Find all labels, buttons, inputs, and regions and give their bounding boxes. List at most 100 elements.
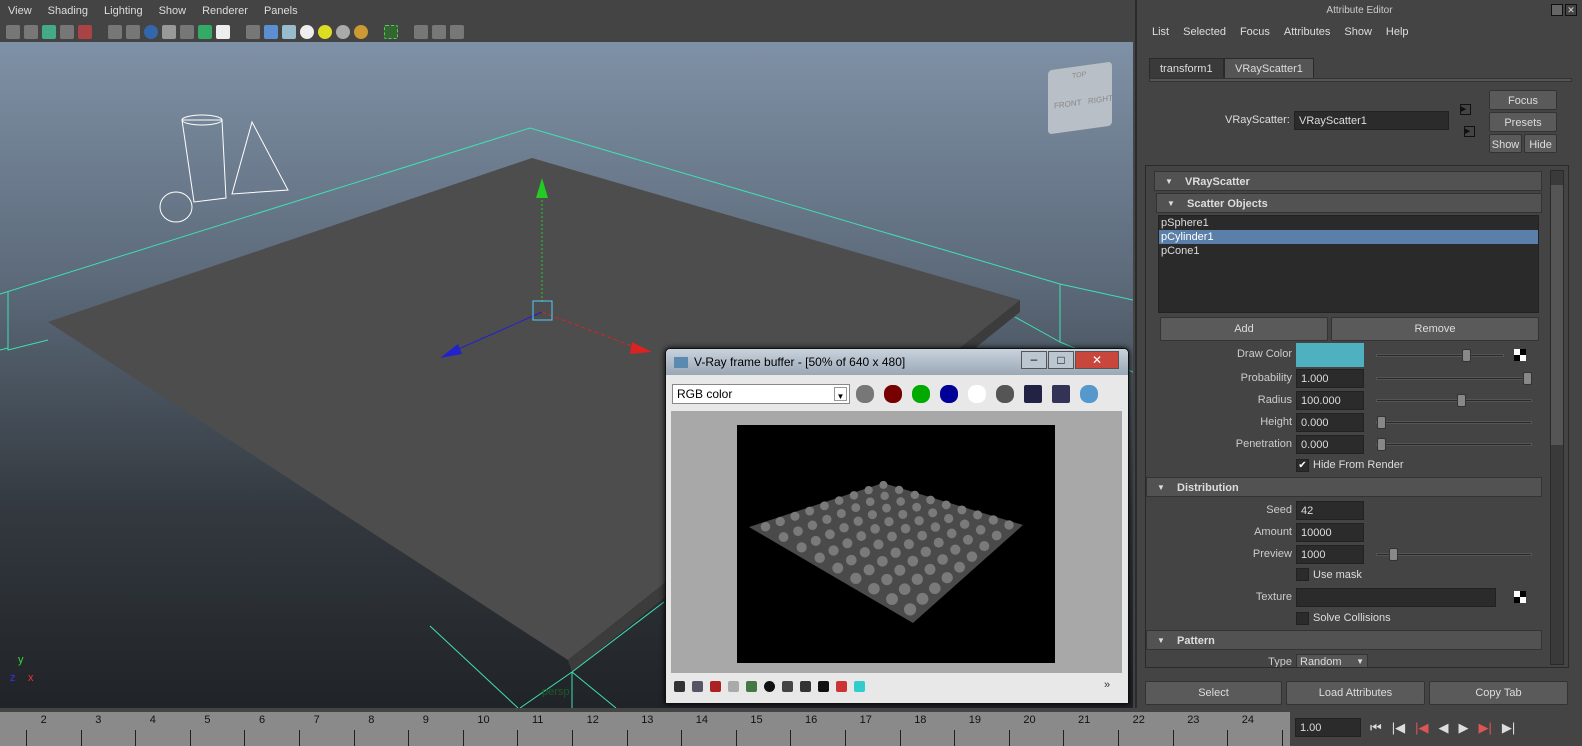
draw-color-slider[interactable] [1376, 349, 1504, 362]
ae-menu-show[interactable]: Show [1337, 26, 1379, 38]
camera-icon[interactable] [6, 25, 20, 39]
radius-slider[interactable] [1376, 394, 1532, 407]
presets-button[interactable]: Presets [1489, 112, 1557, 132]
green-channel-icon[interactable] [912, 385, 930, 403]
grid-icon[interactable] [108, 25, 122, 39]
copy-tab-button[interactable]: Copy Tab [1429, 681, 1568, 705]
texture-field[interactable] [1296, 588, 1496, 607]
output-connection-icon[interactable]: ▶ [1464, 126, 1475, 137]
list-item[interactable]: pCone1 [1159, 244, 1538, 258]
scrollbar-thumb[interactable] [1551, 185, 1563, 445]
frame-icon[interactable] [432, 25, 446, 39]
section-distribution[interactable]: Distribution [1146, 477, 1542, 498]
draw-color-swatch[interactable] [1296, 343, 1364, 367]
add-button[interactable]: Add [1160, 317, 1328, 341]
view-cube[interactable]: TOP FRONT RIGHT [1048, 61, 1113, 135]
step-forward-key-icon[interactable]: ▶| [1502, 720, 1515, 736]
list-item-selected[interactable]: pCylinder1 [1159, 230, 1538, 244]
go-to-start-icon[interactable]: ⏮ [1370, 720, 1382, 736]
save-all-icon[interactable] [1052, 385, 1070, 403]
resolution-gate-icon[interactable] [78, 25, 92, 39]
time-ruler[interactable]: 2 3 4 5 6 7 8 9 10 11 12 13 14 15 16 17 18 19 20 21 22 23 24 [0, 712, 1290, 746]
wireframe-cube-icon[interactable] [246, 25, 260, 39]
remove-button[interactable]: Remove [1331, 317, 1539, 341]
all-lights-icon[interactable] [336, 25, 350, 39]
focus-button[interactable]: Focus [1489, 90, 1557, 110]
tab-transform1[interactable]: transform1 [1149, 58, 1224, 78]
scatter-objects-list[interactable]: pSphere1 pCylinder1 pCone1 [1158, 215, 1539, 313]
viewcube-top[interactable]: TOP [1072, 71, 1086, 80]
solve-collisions-checkbox[interactable] [1296, 612, 1309, 625]
section-scatter-objects[interactable]: Scatter Objects [1156, 193, 1542, 214]
preview-slider[interactable] [1376, 548, 1532, 561]
levels-icon[interactable] [728, 681, 739, 692]
slider-handle[interactable] [1523, 372, 1532, 385]
input-connection-icon[interactable]: ▶ [1460, 104, 1471, 115]
slider-handle[interactable] [1461, 349, 1471, 362]
slider-handle[interactable] [1377, 438, 1386, 451]
expand-chevron-icon[interactable]: » [1104, 679, 1110, 691]
mono-icon[interactable] [996, 385, 1014, 403]
lut-icon[interactable] [800, 681, 811, 692]
menu-view[interactable]: View [0, 5, 40, 17]
shaded-wire-cube-icon[interactable] [282, 25, 296, 39]
show-button[interactable]: Show [1489, 134, 1522, 153]
ae-menu-help[interactable]: Help [1379, 26, 1416, 38]
viewcube-right[interactable]: RIGHT [1088, 93, 1113, 105]
wireframe-on-shaded-icon[interactable] [162, 25, 176, 39]
penetration-field[interactable]: 0.000 [1296, 435, 1364, 454]
hide-button[interactable]: Hide [1524, 134, 1557, 153]
play-forward-icon[interactable]: ▶ [1458, 720, 1468, 736]
default-light-icon[interactable] [318, 25, 332, 39]
slider-handle[interactable] [1457, 394, 1467, 407]
amount-field[interactable]: 10000 [1296, 523, 1364, 542]
share-icon[interactable] [450, 25, 464, 39]
histogram-icon[interactable] [818, 681, 829, 692]
menu-panels[interactable]: Panels [256, 5, 306, 17]
xray-icon[interactable] [180, 25, 194, 39]
red-channel-icon[interactable] [884, 385, 902, 403]
shaded-cube-icon[interactable] [264, 25, 278, 39]
seed-field[interactable]: 42 [1296, 501, 1364, 520]
probability-field[interactable]: 1.000 [1296, 369, 1364, 388]
exposure-icon[interactable] [764, 681, 775, 692]
ae-menu-attributes[interactable]: Attributes [1277, 26, 1337, 38]
close-button[interactable]: ✕ [1075, 351, 1119, 369]
texture-map-icon[interactable] [1514, 349, 1526, 361]
step-back-key-icon[interactable]: |◀ [1392, 720, 1405, 736]
ae-menu-focus[interactable]: Focus [1233, 26, 1277, 38]
ae-menu-list[interactable]: List [1145, 26, 1176, 38]
ae-menu-selected[interactable]: Selected [1176, 26, 1233, 38]
menu-lighting[interactable]: Lighting [96, 5, 151, 17]
probability-slider[interactable] [1376, 372, 1532, 385]
fb-channel-select[interactable]: RGB color ▼ [672, 384, 850, 404]
stereo-icon[interactable] [854, 681, 865, 692]
save-icon[interactable] [1024, 385, 1042, 403]
play-backward-icon[interactable]: ◀ [1438, 720, 1448, 736]
section-pattern[interactable]: Pattern [1146, 630, 1542, 651]
rgb-channel-icon[interactable] [856, 385, 874, 403]
step-forward-frame-icon[interactable]: ▶| [1478, 720, 1491, 736]
teapot-render-icon[interactable] [1080, 385, 1098, 403]
info-icon[interactable] [710, 681, 721, 692]
srgb-icon[interactable] [782, 681, 793, 692]
step-back-frame-icon[interactable]: |◀ [1415, 720, 1428, 736]
hide-from-render-checkbox[interactable]: ✔ [1296, 459, 1309, 472]
history-icon[interactable] [674, 681, 685, 692]
viewcube-front[interactable]: FRONT [1054, 98, 1082, 111]
smooth-shade-icon[interactable] [144, 25, 158, 39]
select-camera-icon[interactable] [384, 25, 398, 39]
float-window-icon[interactable] [1551, 4, 1563, 16]
list-item[interactable]: pSphere1 [1159, 216, 1538, 230]
scrollbar[interactable] [1550, 170, 1564, 665]
height-field[interactable]: 0.000 [1296, 413, 1364, 432]
penetration-slider[interactable] [1376, 438, 1532, 451]
tab-vrayscatter1[interactable]: VRayScatter1 [1224, 58, 1314, 78]
bookmark-icon[interactable] [42, 25, 56, 39]
textures-icon[interactable] [198, 25, 212, 39]
current-time-field[interactable]: 1.00 [1295, 718, 1361, 737]
height-slider[interactable] [1376, 416, 1532, 429]
type-dropdown[interactable]: Random ▼ [1296, 654, 1368, 667]
use-mask-checkbox[interactable] [1296, 568, 1309, 581]
slider-handle[interactable] [1377, 416, 1386, 429]
